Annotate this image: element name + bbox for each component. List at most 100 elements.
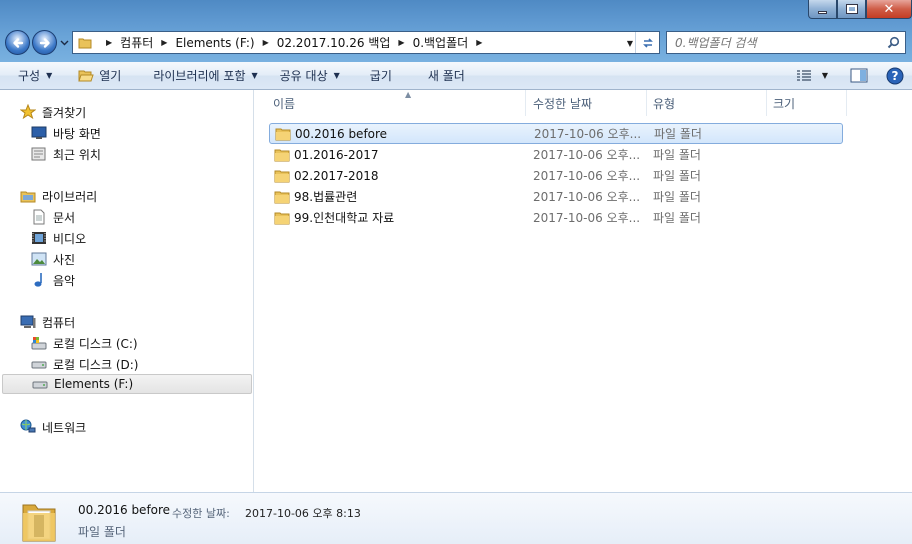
file-type: 파일 폴더 — [653, 169, 701, 183]
new-folder-label: 새 폴더 — [427, 69, 465, 83]
burn-button[interactable]: 굽기 — [362, 62, 400, 89]
nav-documents-label: 문서 — [53, 210, 76, 225]
chevron-down-icon: ▼ — [333, 71, 340, 80]
column-header-size[interactable]: 크기 — [767, 90, 847, 116]
file-row[interactable]: 99.인천대학교 자료 2017-10-06 오후... 파일 폴더 — [269, 207, 843, 228]
breadcrumb-separator-icon[interactable]: ▶ — [263, 38, 269, 47]
breadcrumb-separator-icon[interactable]: ▶ — [106, 38, 112, 47]
search-box[interactable] — [666, 31, 906, 54]
network-icon — [20, 419, 36, 435]
folder-icon — [274, 169, 290, 183]
include-library-label: 라이브러리에 포함 — [153, 69, 246, 83]
column-header-type[interactable]: 유형 — [647, 90, 767, 116]
file-date: 2017-10-06 오후... — [533, 169, 641, 183]
file-date: 2017-10-06 오후... — [534, 127, 642, 141]
folder-icon — [274, 148, 290, 162]
back-button[interactable] — [5, 30, 30, 55]
chevron-down-icon[interactable]: ▼ — [822, 71, 828, 80]
system-drive-icon — [31, 335, 47, 351]
file-type: 파일 폴더 — [653, 211, 701, 225]
nav-pictures-label: 사진 — [53, 252, 76, 267]
file-name: 00.2016 before — [295, 126, 388, 141]
nav-desktop-label: 바탕 화면 — [53, 126, 101, 141]
nav-videos[interactable]: 비디오 — [31, 228, 86, 248]
recent-places-icon — [31, 146, 47, 162]
file-list: 이름 ▲ 수정한 날짜 유형 크기 00.2016 before 2017-10… — [255, 90, 912, 492]
organize-button[interactable]: 구성 ▼ — [10, 62, 60, 89]
search-icon[interactable] — [881, 36, 905, 49]
nav-computer[interactable]: 컴퓨터 — [20, 312, 75, 332]
share-with-button[interactable]: 공유 대상 ▼ — [272, 62, 348, 89]
minimize-icon — [818, 10, 827, 14]
view-controls: ▼ ? — [796, 62, 904, 89]
music-icon — [31, 272, 47, 288]
breadcrumb-current[interactable]: 0.백업폴더 — [413, 34, 469, 51]
file-row[interactable]: 02.2017-2018 2017-10-06 오후... 파일 폴더 — [269, 165, 843, 186]
recent-pages-chevron-icon[interactable] — [60, 38, 69, 47]
library-icon — [20, 188, 36, 204]
document-icon — [31, 209, 47, 225]
refresh-button[interactable] — [635, 32, 659, 53]
breadcrumb-backup[interactable]: 02.2017.10.26 백업 — [277, 34, 391, 51]
hard-drive-icon — [31, 356, 47, 372]
nav-music[interactable]: 음악 — [31, 270, 75, 290]
file-name: 01.2016-2017 — [294, 147, 379, 162]
nav-recent-places[interactable]: 최근 위치 — [31, 144, 101, 164]
nav-network[interactable]: 네트워크 — [20, 417, 86, 437]
details-date-label: 수정한 날짜: — [172, 507, 230, 520]
nav-drive-f-label: Elements (F:) — [54, 377, 134, 391]
nav-desktop[interactable]: 바탕 화면 — [31, 123, 101, 143]
maximize-button[interactable] — [837, 0, 866, 19]
folder-icon — [275, 127, 291, 141]
open-button[interactable]: 열기 — [70, 62, 129, 89]
column-header-size-label: 크기 — [773, 96, 796, 111]
file-date: 2017-10-06 오후... — [533, 148, 641, 162]
breadcrumb-separator-icon[interactable]: ▶ — [398, 38, 404, 47]
preview-pane-icon[interactable] — [850, 68, 868, 83]
file-name: 99.인천대학교 자료 — [294, 211, 395, 225]
column-header-name[interactable]: 이름 ▲ — [267, 90, 526, 116]
svg-text:?: ? — [892, 69, 899, 83]
nav-drive-d[interactable]: 로컬 디스크 (D:) — [31, 354, 138, 374]
file-type: 파일 폴더 — [653, 148, 701, 162]
minimize-button[interactable] — [808, 0, 837, 19]
nav-favorites[interactable]: 즐겨찾기 — [20, 102, 86, 122]
back-arrow-icon — [12, 37, 23, 48]
nav-videos-label: 비디오 — [53, 231, 87, 246]
navigation-pane: 즐겨찾기 바탕 화면 최근 위치 라이브러리 문서 비디오 사진 음악 컴퓨터 … — [0, 90, 254, 492]
file-type: 파일 폴더 — [654, 127, 702, 141]
address-history-dropdown-icon[interactable]: ▼ — [627, 39, 633, 48]
change-view-button[interactable]: ▼ — [796, 69, 840, 82]
folder-icon — [274, 211, 290, 225]
file-row[interactable]: 01.2016-2017 2017-10-06 오후... 파일 폴더 — [269, 144, 843, 165]
column-header-name-label: 이름 — [273, 96, 296, 111]
details-pane: 00.2016 before 수정한 날짜: 2017-10-06 오후 8:1… — [0, 492, 912, 544]
nav-libraries[interactable]: 라이브러리 — [20, 186, 97, 206]
forward-button[interactable] — [32, 30, 57, 55]
help-icon[interactable]: ? — [886, 67, 904, 85]
include-library-button[interactable]: 라이브러리에 포함 ▼ — [145, 62, 265, 89]
nav-drive-f[interactable]: Elements (F:) — [2, 374, 252, 394]
close-button[interactable]: ✕ — [866, 0, 912, 19]
details-view-icon — [796, 69, 811, 81]
address-bar[interactable]: ▶ 컴퓨터 ▶ Elements (F:) ▶ 02.2017.10.26 백업… — [72, 31, 660, 54]
file-row[interactable]: 00.2016 before 2017-10-06 오후... 파일 폴더 — [269, 123, 843, 144]
nav-documents[interactable]: 문서 — [31, 207, 75, 227]
new-folder-button[interactable]: 새 폴더 — [420, 62, 473, 89]
column-header-type-label: 유형 — [653, 96, 676, 111]
breadcrumb-separator-icon[interactable]: ▶ — [161, 38, 167, 47]
file-type: 파일 폴더 — [653, 190, 701, 204]
breadcrumb-separator-icon[interactable]: ▶ — [476, 38, 482, 47]
nav-computer-label: 컴퓨터 — [42, 315, 76, 330]
file-row[interactable]: 98.법률관련 2017-10-06 오후... 파일 폴더 — [269, 186, 843, 207]
nav-libraries-label: 라이브러리 — [42, 189, 98, 204]
nav-network-label: 네트워크 — [42, 420, 87, 435]
column-header-date[interactable]: 수정한 날짜 — [527, 90, 647, 116]
details-type: 파일 폴더 — [78, 525, 126, 539]
details-name: 00.2016 before — [78, 503, 171, 517]
nav-drive-c[interactable]: 로컬 디스크 (C:) — [31, 333, 138, 353]
search-input[interactable] — [667, 32, 881, 53]
breadcrumb-drive[interactable]: Elements (F:) — [175, 36, 254, 50]
breadcrumb-computer[interactable]: 컴퓨터 — [120, 34, 153, 51]
nav-pictures[interactable]: 사진 — [31, 249, 75, 269]
